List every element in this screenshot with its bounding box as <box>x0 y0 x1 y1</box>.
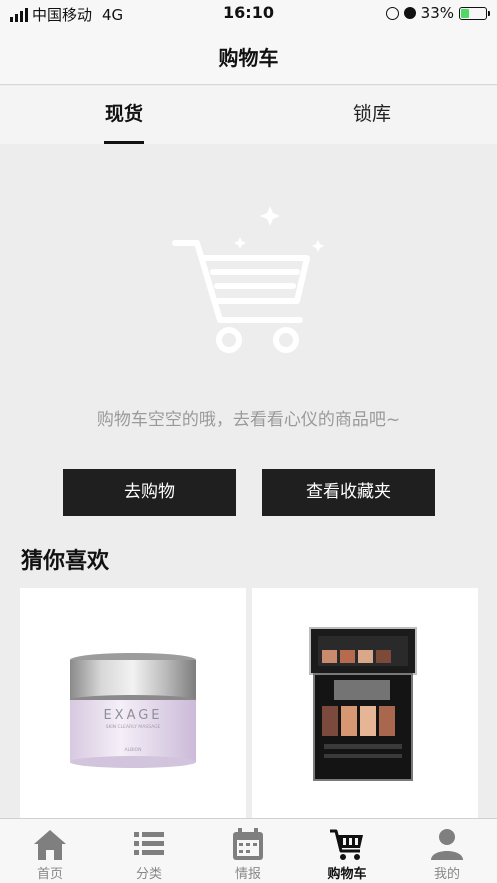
tabbar-item-home[interactable]: 首页 <box>0 819 100 883</box>
product-line-label: SKIN CLEARLY MASSAGE <box>106 724 161 730</box>
active-tab-indicator <box>104 141 144 144</box>
status-right: 33% <box>385 4 490 22</box>
empty-cart-icon <box>172 206 324 353</box>
tabbar-label-me: 我的 <box>433 867 460 882</box>
product-maker-label: ALBION <box>125 747 142 753</box>
product-card-palette[interactable] <box>252 588 478 828</box>
list-icon <box>134 832 164 855</box>
battery-fill <box>461 8 469 18</box>
view-favorites-button[interactable]: 查看收藏夹 <box>262 469 435 516</box>
status-bar: 中国移动 4G 16:10 33% <box>0 0 497 28</box>
product-brand-label: EXAGE <box>103 708 162 723</box>
cart-tabs: 现货 锁库 <box>0 86 497 144</box>
rotation-lock-icon <box>385 6 399 20</box>
tabbar-label-cart: 购物车 <box>327 867 367 882</box>
user-icon <box>431 829 463 860</box>
battery-percent: 33% <box>420 4 454 22</box>
tabbar-item-category[interactable]: 分类 <box>99 819 199 883</box>
tabbar-label-category: 分类 <box>135 867 162 882</box>
tabbar-item-me[interactable]: 我的 <box>397 819 497 883</box>
recommend-title: 猜你喜欢 <box>21 549 110 574</box>
alarm-icon <box>403 7 416 19</box>
home-icon <box>34 830 66 860</box>
go-shopping-button[interactable]: 去购物 <box>63 469 236 516</box>
product-card-cream[interactable]: EXAGE SKIN CLEARLY MASSAGE ALBION <box>20 588 246 828</box>
empty-cart-message: 购物车空空的哦，去看看心仪的商品吧~ <box>96 410 401 430</box>
nav-bar: 购物车 <box>0 28 497 85</box>
tabbar-item-news[interactable]: 情报 <box>198 819 298 883</box>
tab-in-stock[interactable]: 现货 <box>0 86 248 144</box>
tabbar-item-cart[interactable]: 购物车 <box>297 819 397 883</box>
battery-icon <box>459 6 490 20</box>
tabbar-label-home: 首页 <box>36 867 63 882</box>
tab-locked-stock[interactable]: 锁库 <box>248 86 496 144</box>
product-image-eyeshadow-palette <box>309 627 417 781</box>
calendar-icon <box>233 828 263 860</box>
page-title: 购物车 <box>218 46 279 70</box>
bottom-tab-bar: 首页 分类 情报 购物车 我的 <box>0 818 497 883</box>
product-image-cream-jar: EXAGE SKIN CLEARLY MASSAGE ALBION <box>70 653 196 768</box>
tabbar-label-news: 情报 <box>234 867 261 882</box>
cart-icon <box>330 829 363 860</box>
